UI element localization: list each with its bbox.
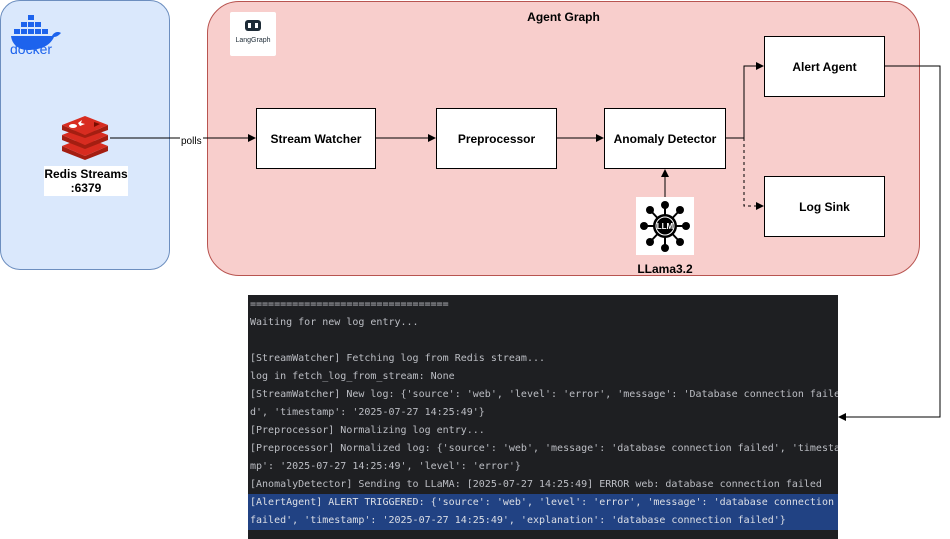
terminal-line: [Preprocessor] Normalizing log entry... <box>250 425 485 436</box>
terminal-line: d', 'timestamp': '2025-07-27 14:25:49'} <box>250 407 485 418</box>
terminal-line: [Preprocessor] Normalized log: {'source'… <box>250 443 838 454</box>
terminal-line-highlighted: failed', 'timestamp': '2025-07-27 14:25:… <box>248 512 838 530</box>
edge-alert-agent-to-terminal <box>838 65 941 421</box>
edge-anomaly-detector-to-alert-agent <box>726 62 764 139</box>
terminal-line: log in fetch_log_from_stream: None <box>250 371 455 382</box>
terminal-line: ================================= <box>250 299 449 310</box>
terminal-line-highlighted: [AlertAgent] ALERT TRIGGERED: {'source':… <box>248 494 838 512</box>
terminal-output[interactable]: ================================= Waitin… <box>248 295 838 539</box>
terminal-line: mp': '2025-07-27 14:25:49', 'level': 'er… <box>250 461 521 472</box>
terminal-line: [StreamWatcher] Fetching log from Redis … <box>250 353 546 364</box>
polls-edge-label: polls <box>180 136 203 147</box>
edge-anomaly-detector-to-log-sink <box>726 137 764 210</box>
terminal-line: Waiting for new log entry... <box>250 317 419 328</box>
terminal-line: [AnomalyDetector] Sending to LLaMA: [202… <box>250 479 822 490</box>
terminal-line: [StreamWatcher] New log: {'source': 'web… <box>250 389 838 400</box>
